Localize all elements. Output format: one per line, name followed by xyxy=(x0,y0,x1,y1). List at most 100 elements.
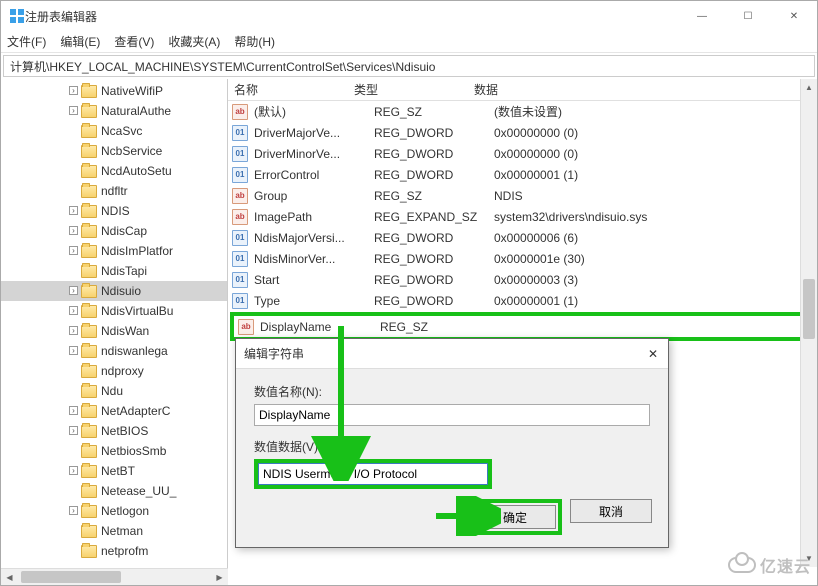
tree-item[interactable]: ndfltr xyxy=(1,181,227,201)
menu-file[interactable]: 文件(F) xyxy=(7,33,46,50)
folder-icon xyxy=(81,105,97,118)
dialog-titlebar[interactable]: 编辑字符串 ✕ xyxy=(236,339,668,369)
binary-icon: 01 xyxy=(232,167,248,183)
list-row[interactable]: 01NdisMajorVersi...REG_DWORD0x00000006 (… xyxy=(228,227,817,248)
scroll-thumb[interactable] xyxy=(803,279,815,339)
tree-item[interactable]: Ndu xyxy=(1,381,227,401)
col-type[interactable]: 类型 xyxy=(348,81,468,98)
folder-icon xyxy=(81,85,97,98)
tree-item[interactable]: ›NetBT xyxy=(1,461,227,481)
menu-view[interactable]: 查看(V) xyxy=(114,33,154,50)
folder-icon xyxy=(81,505,97,518)
tree-item[interactable]: ›NdisImPlatfor xyxy=(1,241,227,261)
menu-help[interactable]: 帮助(H) xyxy=(234,33,275,50)
tree-item[interactable]: ›ndiswanlega xyxy=(1,341,227,361)
value-data: 0x00000001 (1) xyxy=(492,168,813,182)
tree-item[interactable]: netprofm xyxy=(1,541,227,561)
tree-item[interactable]: ndproxy xyxy=(1,361,227,381)
expand-icon[interactable]: › xyxy=(69,246,78,255)
scroll-left-icon[interactable]: ◀ xyxy=(1,569,18,585)
tree-item-label: NcdAutoSetu xyxy=(101,164,172,178)
tree-item[interactable]: NcdAutoSetu xyxy=(1,161,227,181)
expand-icon[interactable]: › xyxy=(69,506,78,515)
value-data: 0x00000001 (1) xyxy=(492,294,813,308)
tree-item[interactable]: NdisTapi xyxy=(1,261,227,281)
cancel-button[interactable]: 取消 xyxy=(570,499,652,523)
expand-icon[interactable]: › xyxy=(69,106,78,115)
menu-edit[interactable]: 编辑(E) xyxy=(60,33,100,50)
folder-icon xyxy=(81,525,97,538)
tree-item[interactable]: ›NDIS xyxy=(1,201,227,221)
value-name-field[interactable] xyxy=(254,404,650,426)
tree-item[interactable]: NetbiosSmb xyxy=(1,441,227,461)
minimize-button[interactable]: — xyxy=(679,1,725,31)
expand-icon[interactable]: › xyxy=(69,226,78,235)
tree-item[interactable]: ›NaturalAuthe xyxy=(1,101,227,121)
app-icon xyxy=(9,8,25,24)
value-data: 0x00000006 (6) xyxy=(492,231,813,245)
list-row[interactable]: abGroupREG_SZNDIS xyxy=(228,185,817,206)
tree-item-label: NdisTapi xyxy=(101,264,147,278)
value-data: system32\drivers\ndisuio.sys xyxy=(492,210,813,224)
expand-icon[interactable]: › xyxy=(69,466,78,475)
folder-icon xyxy=(81,485,97,498)
maximize-button[interactable]: ☐ xyxy=(725,1,771,31)
tree-item[interactable]: NcaSvc xyxy=(1,121,227,141)
list-row[interactable]: 01DriverMinorVe...REG_DWORD0x00000000 (0… xyxy=(228,143,817,164)
scroll-up-icon[interactable]: ▲ xyxy=(801,79,817,96)
tree-item[interactable]: ›Netlogon xyxy=(1,501,227,521)
tree-item[interactable]: ›NdisCap xyxy=(1,221,227,241)
folder-icon xyxy=(81,225,97,238)
tree-item[interactable]: Netman xyxy=(1,521,227,541)
tree-item[interactable]: ›NdisVirtualBu xyxy=(1,301,227,321)
menu-bar: 文件(F) 编辑(E) 查看(V) 收藏夹(A) 帮助(H) xyxy=(1,31,817,53)
tree-item[interactable]: NcbService xyxy=(1,141,227,161)
tree-item-label: Ndisuio xyxy=(101,284,141,298)
expand-icon[interactable]: › xyxy=(69,406,78,415)
expand-icon[interactable]: › xyxy=(69,346,78,355)
tree-item[interactable]: ›NdisWan xyxy=(1,321,227,341)
list-row[interactable]: 01NdisMinorVer...REG_DWORD0x0000001e (30… xyxy=(228,248,817,269)
tree-item[interactable]: ›NativeWifiP xyxy=(1,81,227,101)
expand-icon[interactable]: › xyxy=(69,426,78,435)
tree-item[interactable]: › Ndisuio xyxy=(1,281,227,301)
key-tree[interactable]: ›NativeWifiP›NaturalAutheNcaSvcNcbServic… xyxy=(1,79,228,585)
folder-icon xyxy=(81,325,97,338)
list-row[interactable]: abImagePathREG_EXPAND_SZsystem32\drivers… xyxy=(228,206,817,227)
expand-icon[interactable]: › xyxy=(69,286,78,295)
expand-icon[interactable]: › xyxy=(69,206,78,215)
list-row[interactable]: ab(默认)REG_SZ(数值未设置) xyxy=(228,101,817,122)
folder-icon xyxy=(81,385,97,398)
tree-item[interactable]: Netease_UU_ xyxy=(1,481,227,501)
expand-icon[interactable]: › xyxy=(69,86,78,95)
folder-icon xyxy=(81,245,97,258)
tree-item-label: NetbiosSmb xyxy=(101,444,166,458)
close-button[interactable]: ✕ xyxy=(771,1,817,31)
expand-icon[interactable]: › xyxy=(69,326,78,335)
tree-item-label: Ndu xyxy=(101,384,123,398)
value-type: REG_EXPAND_SZ xyxy=(372,210,492,224)
dialog-close-button[interactable]: ✕ xyxy=(642,343,664,365)
vertical-scrollbar[interactable]: ▲ ▼ xyxy=(800,79,817,567)
list-row[interactable]: 01StartREG_DWORD0x00000003 (3) xyxy=(228,269,817,290)
scroll-thumb[interactable] xyxy=(21,571,121,583)
horizontal-scrollbar[interactable]: ◀ ▶ xyxy=(1,568,228,585)
menu-favorites[interactable]: 收藏夹(A) xyxy=(168,33,220,50)
address-bar[interactable]: 计算机\HKEY_LOCAL_MACHINE\SYSTEM\CurrentCon… xyxy=(3,55,815,77)
binary-icon: 01 xyxy=(232,272,248,288)
list-row[interactable]: 01ErrorControlREG_DWORD0x00000001 (1) xyxy=(228,164,817,185)
tree-item[interactable]: ›NetAdapterC xyxy=(1,401,227,421)
tree-item-label: netprofm xyxy=(101,544,148,558)
col-data[interactable]: 数据 xyxy=(468,81,817,98)
ok-button[interactable]: 确定 xyxy=(474,505,556,529)
list-row[interactable]: 01DriverMajorVe...REG_DWORD0x00000000 (0… xyxy=(228,122,817,143)
dialog-title-text: 编辑字符串 xyxy=(244,345,304,362)
list-row[interactable]: ab DisplayName REG_SZ xyxy=(234,316,811,337)
scroll-right-icon[interactable]: ▶ xyxy=(211,569,228,585)
tree-item[interactable]: ›NetBIOS xyxy=(1,421,227,441)
title-bar[interactable]: 注册表编辑器 — ☐ ✕ xyxy=(1,1,817,31)
value-data-field[interactable] xyxy=(258,463,488,485)
expand-icon[interactable]: › xyxy=(69,306,78,315)
col-name[interactable]: 名称 xyxy=(228,81,348,98)
list-row[interactable]: 01TypeREG_DWORD0x00000001 (1) xyxy=(228,290,817,311)
